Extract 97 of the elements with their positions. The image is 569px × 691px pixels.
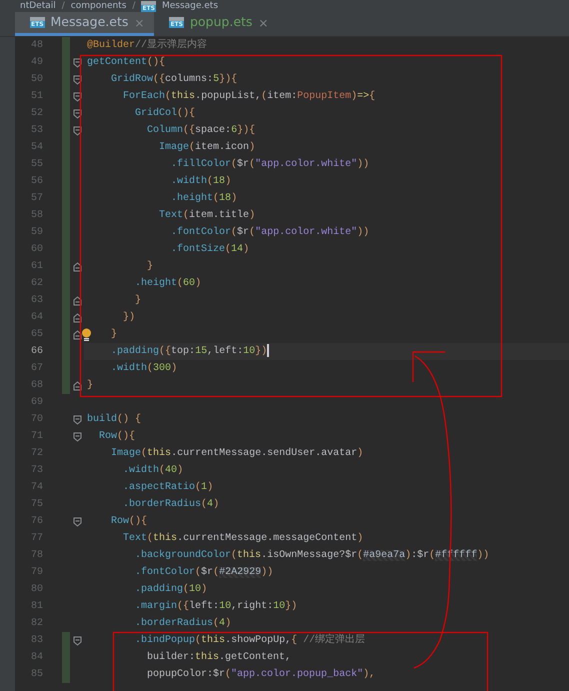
breadcrumb-item[interactable]: Message.ets bbox=[162, 0, 218, 12]
text-cursor bbox=[267, 344, 270, 357]
code-line: builder:this.getContent, bbox=[147, 652, 292, 663]
code-line: } bbox=[147, 261, 154, 272]
line-number: 55 bbox=[30, 158, 43, 172]
code-line: popupColor:$r("app.color.popup_back"), bbox=[147, 669, 376, 680]
code-line: Image(this.currentMessage.sendUser.avatar) bbox=[111, 448, 364, 459]
breadcrumb-separator: / bbox=[62, 0, 65, 12]
line-number: 57 bbox=[30, 192, 43, 206]
fold-icon[interactable] bbox=[72, 516, 82, 526]
code-line: .fontColor($r(#2A2929)) bbox=[135, 567, 274, 578]
close-icon[interactable]: × bbox=[258, 14, 268, 32]
code-line: Column({space:6}){ bbox=[147, 125, 256, 136]
lightbulb-icon[interactable] bbox=[81, 328, 92, 341]
line-number: 58 bbox=[30, 209, 43, 223]
fold-icon[interactable] bbox=[72, 312, 82, 322]
line-number: 68 bbox=[30, 379, 43, 393]
code-line: .bindPopup(this.showPopUp,{ //绑定弹出层 bbox=[135, 635, 366, 646]
code-line: .aspectRatio(1) bbox=[123, 482, 214, 493]
line-number: 49 bbox=[30, 56, 43, 70]
code-line: .borderRadius(4) bbox=[135, 618, 232, 629]
line-number: 53 bbox=[30, 124, 43, 138]
line-number: 72 bbox=[30, 447, 43, 461]
fold-icon[interactable] bbox=[72, 414, 82, 424]
line-number: 75 bbox=[30, 498, 43, 512]
line-number: 60 bbox=[30, 243, 43, 257]
line-number: 82 bbox=[30, 617, 43, 631]
fold-icon[interactable] bbox=[72, 636, 82, 646]
line-number: 85 bbox=[30, 668, 43, 682]
fold-icon[interactable] bbox=[72, 330, 82, 340]
line-number: 50 bbox=[30, 73, 43, 87]
code-line: .width(40) bbox=[123, 465, 184, 476]
line-number: 83 bbox=[30, 634, 43, 648]
line-number: 54 bbox=[30, 141, 43, 155]
line-number: 77 bbox=[30, 532, 43, 546]
code-line: Text(this.currentMessage.messageContent) bbox=[123, 533, 364, 544]
code-line: build() { bbox=[87, 414, 142, 425]
line-number: 80 bbox=[30, 583, 43, 597]
line-number: 69 bbox=[30, 396, 43, 410]
line-number: 52 bbox=[30, 107, 43, 121]
line-number: 48 bbox=[30, 39, 43, 53]
fold-icon[interactable] bbox=[72, 108, 82, 118]
breadcrumb-separator: / bbox=[132, 0, 136, 12]
fold-icon[interactable] bbox=[72, 296, 82, 306]
line-number: 74 bbox=[30, 481, 43, 495]
line-number: 84 bbox=[30, 651, 43, 665]
line-number: 64 bbox=[30, 311, 43, 325]
code-line: @Builder//显示弹层内容 bbox=[87, 40, 208, 51]
fold-icon[interactable] bbox=[72, 74, 82, 84]
code-line: .height(60) bbox=[135, 278, 202, 289]
line-number: 63 bbox=[30, 294, 43, 308]
fold-icon[interactable] bbox=[72, 126, 82, 136]
code-line: getContent(){ bbox=[87, 57, 166, 68]
line-number: 59 bbox=[30, 226, 43, 240]
code-line: Row(){ bbox=[99, 431, 136, 442]
code-line: .fontColor($r("app.color.white")) bbox=[171, 227, 370, 238]
line-number: 61 bbox=[30, 260, 43, 274]
code-line: ForEach(this.popupList,(item:PopupItem)=>{ bbox=[123, 91, 376, 102]
breadcrumb-item[interactable]: components bbox=[70, 0, 126, 12]
line-number: 65 bbox=[30, 328, 43, 342]
line-number: 70 bbox=[30, 413, 43, 427]
code-line: .fillColor($r("app.color.white")) bbox=[171, 159, 370, 170]
fold-icon[interactable] bbox=[72, 432, 82, 442]
line-number: 51 bbox=[30, 90, 43, 104]
close-icon[interactable]: × bbox=[134, 14, 144, 32]
line-number: 78 bbox=[30, 549, 43, 563]
line-number: 56 bbox=[30, 175, 43, 189]
code-line: Text(item.title) bbox=[159, 210, 256, 221]
fold-icon[interactable] bbox=[72, 92, 82, 102]
code-line: .fontSize(14) bbox=[171, 244, 250, 255]
line-number: 62 bbox=[30, 277, 43, 291]
fold-icon[interactable] bbox=[72, 58, 82, 68]
line-number: 81 bbox=[30, 600, 43, 614]
line-number: 73 bbox=[30, 464, 43, 478]
code-line: Image(item.icon) bbox=[159, 142, 256, 153]
code-line: .height(18) bbox=[171, 193, 238, 204]
breadcrumb-item[interactable]: ntDetail bbox=[20, 0, 56, 12]
code-line: Row(){ bbox=[111, 516, 148, 527]
line-number: 76 bbox=[30, 515, 43, 529]
fold-icon[interactable] bbox=[72, 380, 82, 390]
line-number: 67 bbox=[30, 362, 43, 376]
line-number: 79 bbox=[30, 566, 43, 580]
code-line: .padding({top:15,left:10}) bbox=[111, 346, 268, 357]
line-number: 66 bbox=[30, 345, 43, 359]
line-number: 71 bbox=[30, 430, 43, 444]
code-line: .width(18) bbox=[171, 176, 232, 187]
code-line: .padding(10) bbox=[135, 584, 208, 595]
fold-icon[interactable] bbox=[72, 262, 82, 272]
code-line: } bbox=[135, 295, 142, 306]
code-line: .width(300) bbox=[111, 363, 178, 374]
code-line: } bbox=[87, 380, 94, 391]
code-line: GridRow({columns:5}){ bbox=[111, 74, 238, 85]
code-line: .borderRadius(4) bbox=[123, 499, 220, 510]
code-line: GridCol(){ bbox=[135, 108, 196, 119]
code-line: } bbox=[111, 329, 118, 340]
code-line: .margin({left:10,right:10}) bbox=[135, 601, 298, 612]
code-line: }) bbox=[123, 312, 136, 323]
